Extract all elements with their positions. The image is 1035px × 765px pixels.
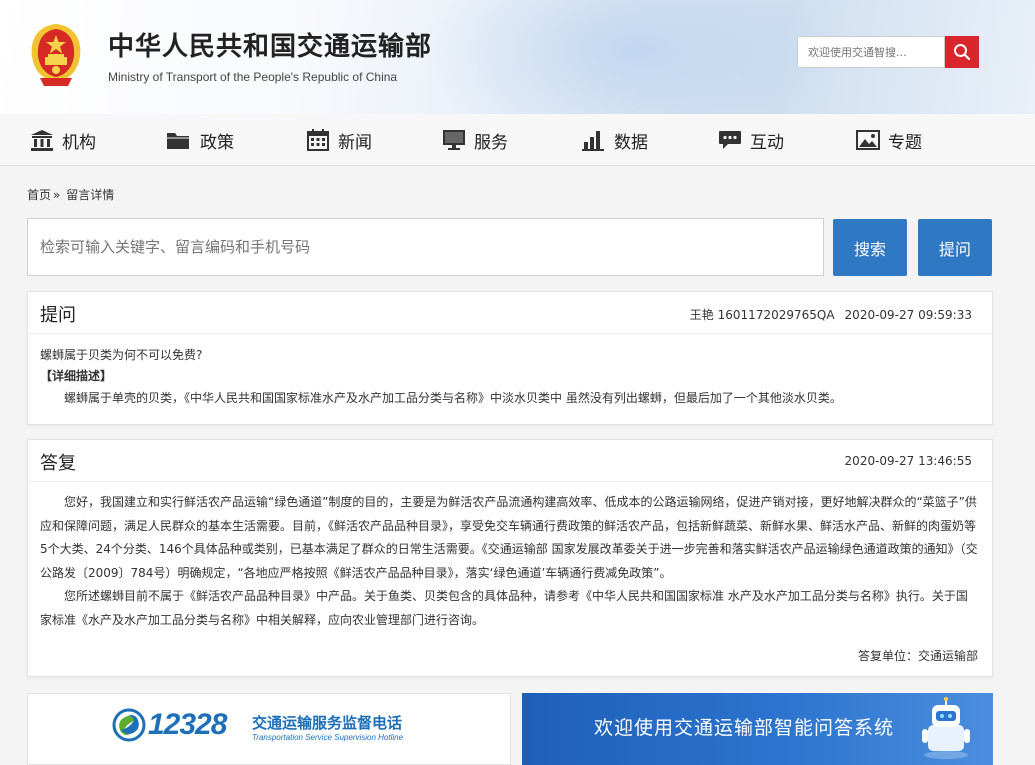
site-title-en: Ministry of Transport of the People's Re… xyxy=(108,70,398,84)
answer-unit: 答复单位：交通运输部 xyxy=(858,647,978,664)
robot-illustration-icon xyxy=(922,697,970,759)
institution-icon xyxy=(31,130,53,151)
answer-paragraph-1: 您好，我国建立和实行鲜活农产品运输“绿色通道”制度的目的，主要是为鲜活农产品流通… xyxy=(40,495,978,580)
hotline-number: 12328 xyxy=(148,708,227,741)
answer-unit-label: 答复单位： xyxy=(857,649,918,663)
breadcrumb-current: 留言详情 xyxy=(66,188,115,202)
answer-meta: 2020-09-27 13:46:55 xyxy=(835,454,972,468)
nav-label: 新闻 xyxy=(338,132,372,153)
breadcrumb-home-link[interactable]: 首页 xyxy=(27,188,51,202)
question-panel: 提问 王艳 1601172029765QA 2020-09-27 09:59:33 … xyxy=(27,291,993,425)
question-detail: 螺蛳属于单壳的贝类，《中华人民共和国国家标准水产及水产加工品分类与名称》中淡水贝… xyxy=(64,391,842,405)
question-panel-header: 提问 王艳 1601172029765QA 2020-09-27 09:59:33 xyxy=(28,292,992,334)
nav-item-data[interactable]: 数据 xyxy=(582,114,648,166)
nav-item-special[interactable]: 专题 xyxy=(856,114,922,166)
monitor-icon xyxy=(443,130,465,150)
nav-label: 专题 xyxy=(888,132,922,153)
nav-item-interaction[interactable]: 互动 xyxy=(718,114,784,166)
answer-panel: 答复 2020-09-27 13:46:55 您好，我国建立和实行鲜活农产品运输… xyxy=(27,439,993,677)
image-icon xyxy=(856,130,880,150)
bar-chart-icon xyxy=(582,131,604,151)
nav-item-institution[interactable]: 机构 xyxy=(30,114,96,166)
question-code: 1601172029765QA xyxy=(717,308,835,322)
answer-paragraph-2: 您所述螺蛳目前不属于《鲜活农产品品种目录》中产品。关于鱼类、贝类包含的具体品种，… xyxy=(40,589,968,627)
national-emblem-icon[interactable] xyxy=(26,20,86,88)
site-title-cn[interactable]: 中华人民共和国交通运输部 xyxy=(108,26,432,63)
breadcrumb: 首页» 留言详情 xyxy=(27,186,116,203)
nav-item-service[interactable]: 服务 xyxy=(442,114,508,166)
qa-system-banner[interactable]: 欢迎使用交通运输部智能问答系统 xyxy=(522,693,993,765)
question-detail-label: 【详细描述】 xyxy=(40,369,113,383)
chat-bubble-icon xyxy=(719,131,741,149)
calendar-icon xyxy=(307,129,329,151)
message-search-input[interactable] xyxy=(27,218,824,276)
nav-label: 互动 xyxy=(750,132,784,153)
ask-question-button[interactable]: 提问 xyxy=(918,219,992,276)
hotline-logo-icon xyxy=(112,708,146,742)
folder-icon xyxy=(167,133,189,149)
nav-item-policy[interactable]: 政策 xyxy=(164,114,234,166)
header-glow xyxy=(420,0,840,114)
nav-label: 服务 xyxy=(474,132,508,153)
question-panel-title: 提问 xyxy=(40,305,76,326)
qa-system-title: 欢迎使用交通运输部智能问答系统 xyxy=(594,717,895,739)
nav-label: 机构 xyxy=(62,132,96,153)
nav-label: 政策 xyxy=(200,132,234,153)
site-search-button[interactable] xyxy=(945,36,979,68)
site-search-input[interactable] xyxy=(797,36,945,68)
question-author: 王艳 xyxy=(689,308,714,322)
question-meta: 王艳 1601172029765QA 2020-09-27 09:59:33 xyxy=(680,306,972,323)
question-time: 2020-09-27 09:59:33 xyxy=(844,308,972,322)
main-nav: 机构 政策 新闻 服务 数据 互动 专题 xyxy=(0,114,1035,166)
breadcrumb-separator: » xyxy=(53,188,61,202)
hotline-subtitle: Transportation Service Supervision Hotli… xyxy=(252,733,404,742)
answer-unit-value: 交通运输部 xyxy=(917,649,978,663)
answer-time: 2020-09-27 13:46:55 xyxy=(844,454,972,468)
answer-panel-header: 答复 2020-09-27 13:46:55 xyxy=(28,440,992,482)
site-header: 中华人民共和国交通运输部 Ministry of Transport of th… xyxy=(0,0,1035,114)
hotline-title: 交通运输服务监督电话 xyxy=(252,714,403,732)
answer-panel-title: 答复 xyxy=(40,453,76,474)
search-button[interactable]: 搜索 xyxy=(833,219,907,276)
nav-label: 数据 xyxy=(614,132,648,153)
hotline-banner[interactable]: 12328 交通运输服务监督电话 Transportation Service … xyxy=(27,693,511,765)
search-icon xyxy=(954,44,971,61)
nav-item-news[interactable]: 新闻 xyxy=(306,114,372,166)
question-subject: 螺蛳属于贝类为何不可以免费? xyxy=(40,348,203,362)
